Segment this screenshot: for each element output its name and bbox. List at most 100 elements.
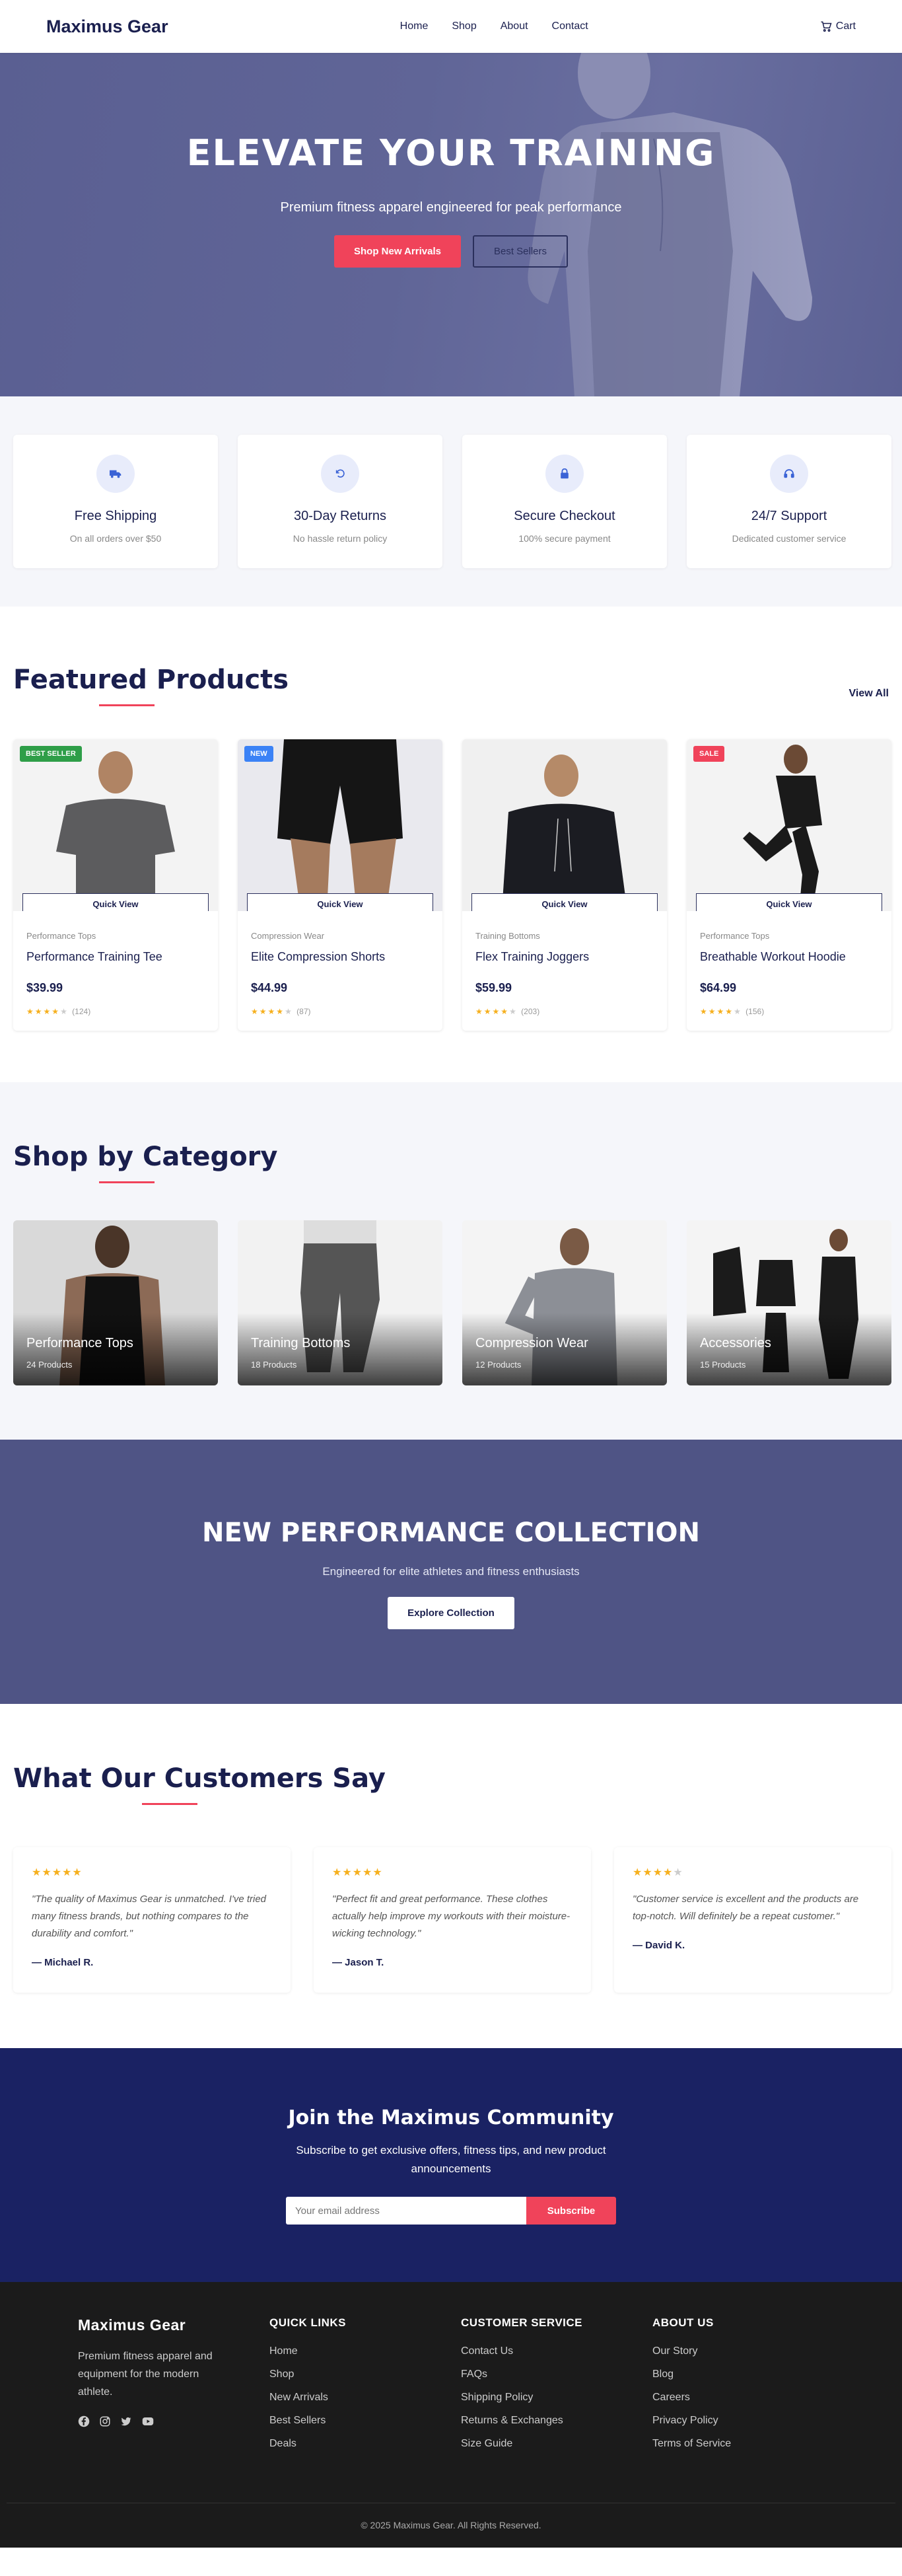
newsletter-form: Subscribe (0, 2197, 902, 2225)
quick-view-button[interactable]: Quick View (471, 893, 658, 911)
feature-title: 30-Day Returns (293, 509, 387, 523)
nav-contact[interactable]: Contact (552, 20, 588, 32)
footer-link-faqs[interactable]: FAQs (461, 2369, 652, 2380)
footer-link-careers[interactable]: Careers (652, 2392, 844, 2404)
product-card[interactable]: SALE Quick View Performance Tops Breatha… (687, 739, 891, 1031)
product-price: $64.99 (700, 981, 737, 994)
newsletter-text: Subscribe to get exclusive offers, fitne… (296, 2144, 606, 2175)
hero-title: ELEVATE YOUR TRAINING (186, 132, 716, 174)
collection-subtitle: Engineered for elite athletes and fitnes… (322, 1565, 580, 1578)
footer-link-new-arrivals[interactable]: New Arrivals (269, 2392, 461, 2404)
nav-about[interactable]: About (501, 20, 528, 32)
youtube-icon[interactable] (141, 2415, 155, 2427)
testimonial-author: — David K. (633, 1940, 685, 1951)
nav-shop[interactable]: Shop (452, 20, 476, 32)
feature-title: Secure Checkout (514, 509, 615, 523)
product-category: Compression Wear (251, 931, 325, 941)
testimonial-quote: "Customer service is excellent and the p… (633, 1894, 859, 1922)
category-name: Performance Tops (26, 1336, 133, 1350)
footer-link-deals[interactable]: Deals (269, 2438, 461, 2450)
footer-link-our-story[interactable]: Our Story (652, 2345, 844, 2357)
twitter-icon[interactable] (120, 2415, 132, 2427)
product-image[interactable]: SALE Quick View (687, 739, 891, 911)
subscribe-button[interactable]: Subscribe (526, 2197, 616, 2225)
product-category: Training Bottoms (475, 931, 540, 941)
product-name[interactable]: Elite Compression Shorts (251, 950, 429, 964)
product-name[interactable]: Breathable Workout Hoodie (700, 950, 878, 964)
footer-link-blog[interactable]: Blog (652, 2369, 844, 2380)
category-name: Accessories (700, 1336, 771, 1350)
footer-link-returns[interactable]: Returns & Exchanges (461, 2415, 652, 2427)
testimonial-author: — Jason T. (332, 1957, 384, 1968)
cart-icon (821, 21, 832, 32)
product-price: $39.99 (26, 981, 63, 994)
best-sellers-button[interactable]: Best Sellers (472, 235, 569, 268)
category-count: 15 Products (700, 1360, 746, 1370)
star-icon: ★ (475, 1007, 483, 1016)
footer-link-size-guide[interactable]: Size Guide (461, 2438, 652, 2450)
category-count: 24 Products (26, 1360, 73, 1370)
footer-link-terms[interactable]: Terms of Service (652, 2438, 844, 2450)
product-card[interactable]: NEW Quick View Compression Wear Elite Co… (238, 739, 442, 1031)
footer-link-contact-us[interactable]: Contact Us (461, 2345, 652, 2357)
shop-new-arrivals-button[interactable]: Shop New Arrivals (333, 235, 461, 268)
category-count: 12 Products (475, 1360, 522, 1370)
explore-collection-button[interactable]: Explore Collection (388, 1597, 514, 1629)
testimonial-quote: "The quality of Maximus Gear is unmatche… (32, 1894, 267, 1939)
quick-view-button[interactable]: Quick View (696, 893, 882, 911)
product-rating: ★ ★ ★ ★ ★ (87) (251, 1007, 429, 1016)
footer-link-privacy-policy[interactable]: Privacy Policy (652, 2415, 844, 2427)
category-card-training-bottoms[interactable]: Training Bottoms 18 Products (238, 1220, 442, 1385)
feature-text: No hassle return policy (293, 533, 388, 544)
product-card[interactable]: Quick View Training Bottoms Flex Trainin… (462, 739, 667, 1031)
title-underline (99, 704, 155, 706)
feature-card: Free Shipping On all orders over $50 (13, 435, 218, 568)
feature-text: Dedicated customer service (732, 533, 847, 544)
quick-view-button[interactable]: Quick View (247, 893, 433, 911)
star-icon: ★ (43, 1007, 51, 1016)
star-icon: ★ (734, 1007, 741, 1016)
nav-home[interactable]: Home (400, 20, 429, 32)
product-name[interactable]: Performance Training Tee (26, 950, 205, 964)
view-all-link[interactable]: View All (849, 688, 889, 700)
hero-subtitle: Premium fitness apparel engineered for p… (280, 200, 622, 215)
footer-link-best-sellers[interactable]: Best Sellers (269, 2415, 461, 2427)
email-input[interactable] (286, 2197, 526, 2225)
footer-about-text: Premium fitness apparel and equipment fo… (78, 2351, 213, 2398)
best-seller-badge: BEST SELLER (20, 746, 82, 762)
review-count: (203) (521, 1007, 540, 1016)
cart-button[interactable]: Cart (820, 20, 856, 32)
footer-link-shop[interactable]: Shop (269, 2369, 461, 2380)
product-image[interactable]: Quick View (462, 739, 667, 911)
product-rating: ★ ★ ★ ★ ★ (203) (475, 1007, 654, 1016)
product-price: $44.99 (251, 981, 288, 994)
review-count: (124) (72, 1007, 91, 1016)
product-image[interactable]: BEST SELLER Quick View (13, 739, 218, 911)
footer-link-shipping-policy[interactable]: Shipping Policy (461, 2392, 652, 2404)
star-icon: ★ (267, 1007, 275, 1016)
category-card-compression-wear[interactable]: Compression Wear 12 Products (462, 1220, 667, 1385)
product-card[interactable]: BEST SELLER Quick View Performance Tops … (13, 739, 218, 1031)
product-price: $59.99 (475, 981, 512, 994)
star-icon: ★ (26, 1007, 34, 1016)
product-name[interactable]: Flex Training Joggers (475, 950, 654, 964)
category-name: Compression Wear (475, 1336, 588, 1350)
feature-text: 100% secure payment (518, 533, 611, 544)
category-name: Training Bottoms (251, 1336, 351, 1350)
product-image[interactable]: NEW Quick View (238, 739, 442, 911)
facebook-icon[interactable] (78, 2415, 90, 2427)
category-card-accessories[interactable]: Accessories 15 Products (687, 1220, 891, 1385)
logo[interactable]: Maximus Gear (46, 17, 168, 37)
testimonial-card: ★★★★★ "Perfect fit and great performance… (314, 1847, 591, 1993)
main-nav: Home Shop About Contact (400, 20, 588, 32)
quick-view-button[interactable]: Quick View (22, 893, 209, 911)
star-icon: ★ (483, 1007, 491, 1016)
new-badge: NEW (244, 746, 273, 762)
product-rating: ★ ★ ★ ★ ★ (156) (700, 1007, 878, 1016)
category-card-performance-tops[interactable]: Performance Tops 24 Products (13, 1220, 218, 1385)
instagram-icon[interactable] (99, 2415, 111, 2427)
testimonials-section: What Our Customers Say ★★★★★ "The qualit… (0, 1704, 902, 2048)
star-icon: ★ (700, 1007, 707, 1016)
star-icon: ★ (251, 1007, 258, 1016)
footer-link-home[interactable]: Home (269, 2345, 461, 2357)
